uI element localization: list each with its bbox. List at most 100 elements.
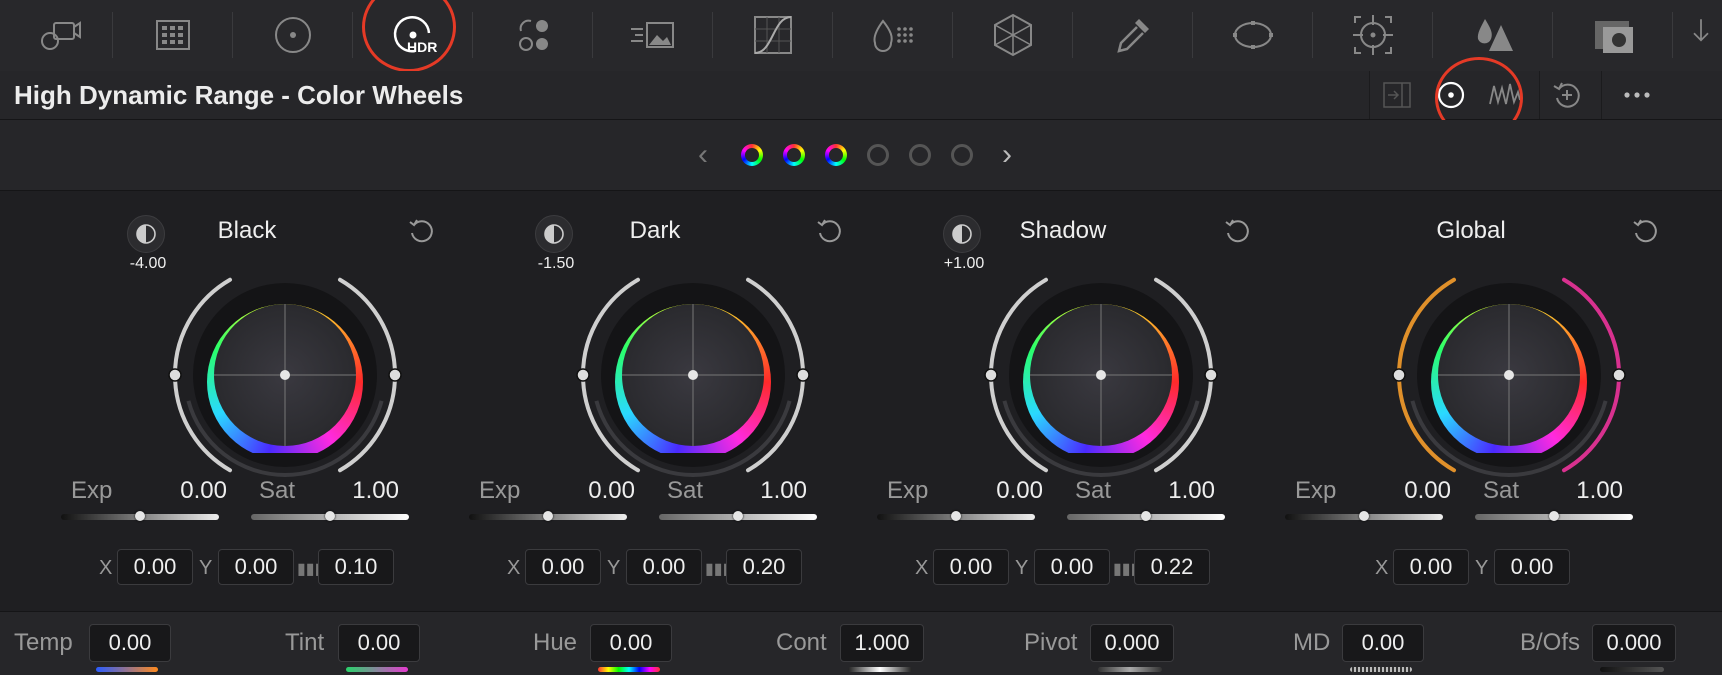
exp-value[interactable]: 0.00	[969, 477, 1043, 505]
x-field[interactable]: 0.00	[117, 549, 193, 585]
page-dot-5[interactable]	[909, 144, 931, 166]
sat-slider-knob[interactable]	[1549, 511, 1559, 521]
key-button[interactable]	[1553, 0, 1673, 70]
wheel-reset-button[interactable]	[405, 215, 437, 247]
exp-slider[interactable]	[1285, 511, 1443, 521]
pivot-field[interactable]: 0.000	[1090, 624, 1174, 662]
exp-value[interactable]: 0.00	[153, 477, 227, 505]
page-dot-6[interactable]	[951, 144, 973, 166]
overflow-icon	[1693, 19, 1709, 42]
reset-all-button[interactable]	[1539, 71, 1594, 119]
color-match-button[interactable]	[113, 0, 233, 70]
md-label: MD	[1293, 629, 1331, 656]
sat-value[interactable]: 1.00	[1147, 477, 1215, 505]
wheel-panel-shadow: +1.00 Shadow Exp 0.00 Sat 1.00 X 0.00 Y …	[859, 191, 1267, 611]
hue-gradient	[598, 667, 660, 672]
y-field[interactable]: 0.00	[1034, 549, 1110, 585]
waveform-view-button[interactable]	[1478, 71, 1532, 119]
warper-mesh-button[interactable]	[953, 0, 1073, 70]
y-field[interactable]: 0.00	[626, 549, 702, 585]
exp-slider-knob[interactable]	[543, 511, 553, 521]
color-wheels-area: -4.00 Black Exp 0.00 Sat 1.00 X 0.00 Y 0…	[0, 191, 1722, 611]
exp-slider[interactable]	[61, 511, 219, 521]
falloff-field[interactable]: 0.10	[318, 549, 394, 585]
y-field[interactable]: 0.00	[218, 549, 294, 585]
wheels-view-button[interactable]	[1424, 71, 1478, 119]
wheel-name: Black	[217, 217, 277, 244]
sat-value[interactable]: 1.00	[331, 477, 399, 505]
rgb-mixer-button[interactable]	[473, 0, 593, 70]
bofs-gradient	[1600, 667, 1664, 672]
exp-slider-knob[interactable]	[1359, 511, 1369, 521]
sat-slider-knob[interactable]	[325, 511, 335, 521]
next-page-button[interactable]: ›	[1002, 138, 1012, 172]
camera-raw-button[interactable]	[0, 0, 120, 70]
reset-icon	[409, 219, 433, 243]
color-wheel[interactable]	[165, 255, 405, 495]
cont-field[interactable]: 1.000	[840, 624, 924, 662]
exp-slider[interactable]	[469, 511, 627, 521]
key-icon	[1595, 21, 1633, 53]
color-match-icon	[156, 20, 190, 50]
tracker-button[interactable]	[1313, 0, 1433, 70]
qualifier-button[interactable]	[1073, 0, 1193, 70]
page-dot-2[interactable]	[783, 144, 805, 166]
color-wheel[interactable]	[573, 255, 813, 495]
hue-field[interactable]: 0.00	[590, 624, 672, 662]
wheel-reset-button[interactable]	[813, 215, 845, 247]
primaries-wheels-button[interactable]	[233, 0, 353, 70]
wheel-reset-button[interactable]	[1629, 215, 1661, 247]
window-icon	[1233, 21, 1273, 49]
window-button[interactable]	[1193, 0, 1313, 70]
hdr-wheels-button[interactable]: HDR	[353, 0, 473, 70]
sat-slider[interactable]	[659, 511, 817, 521]
sat-label: Sat	[1075, 477, 1112, 504]
wheel-reset-button[interactable]	[1221, 215, 1253, 247]
y-field[interactable]: 0.00	[1494, 549, 1570, 585]
exp-value[interactable]: 0.00	[561, 477, 635, 505]
exp-label: Exp	[71, 477, 113, 504]
temp-field[interactable]: 0.00	[89, 624, 171, 662]
color-warper-button[interactable]	[833, 0, 953, 70]
exp-slider[interactable]	[877, 511, 1035, 521]
sat-slider[interactable]	[1475, 511, 1633, 521]
x-field[interactable]: 0.00	[525, 549, 601, 585]
tint-field[interactable]: 0.00	[338, 624, 420, 662]
page-dot-4[interactable]	[867, 144, 889, 166]
split-view-icon	[1383, 82, 1411, 108]
sat-value[interactable]: 1.00	[739, 477, 807, 505]
falloff-field[interactable]: 0.20	[726, 549, 802, 585]
color-wheel[interactable]	[981, 255, 1221, 495]
blur-icon	[1477, 19, 1513, 51]
cont-gradient	[848, 667, 912, 672]
sat-slider-knob[interactable]	[733, 511, 743, 521]
color-wheel[interactable]	[1389, 255, 1629, 495]
wheels-view-icon	[1437, 81, 1465, 109]
page-dot-1[interactable]	[741, 144, 763, 166]
page-dot-3[interactable]	[825, 144, 847, 166]
x-field[interactable]: 0.00	[1393, 549, 1469, 585]
motion-effects-button[interactable]	[593, 0, 713, 70]
md-field[interactable]: 0.00	[1342, 624, 1424, 662]
md-gradient	[1350, 667, 1412, 672]
prev-page-button[interactable]: ‹	[698, 138, 708, 172]
exp-slider-knob[interactable]	[135, 511, 145, 521]
split-view-button[interactable]	[1370, 71, 1424, 119]
more-options-button[interactable]	[1601, 71, 1672, 119]
falloff-field[interactable]: 0.22	[1134, 549, 1210, 585]
curves-icon	[754, 16, 792, 54]
sat-slider-knob[interactable]	[1141, 511, 1151, 521]
exp-slider-knob[interactable]	[951, 511, 961, 521]
blur-button[interactable]	[1433, 0, 1553, 70]
exp-value[interactable]: 0.00	[1377, 477, 1451, 505]
sat-slider[interactable]	[1067, 511, 1225, 521]
sat-value[interactable]: 1.00	[1555, 477, 1623, 505]
bofs-field[interactable]: 0.000	[1592, 624, 1676, 662]
curves-button[interactable]	[713, 0, 833, 70]
sat-slider[interactable]	[251, 511, 409, 521]
more-tools-button[interactable]	[1680, 0, 1722, 70]
x-field[interactable]: 0.00	[933, 549, 1009, 585]
hdr-badge: HDR	[407, 39, 438, 55]
x-label: X	[99, 557, 113, 579]
color-warper-icon	[873, 19, 913, 52]
